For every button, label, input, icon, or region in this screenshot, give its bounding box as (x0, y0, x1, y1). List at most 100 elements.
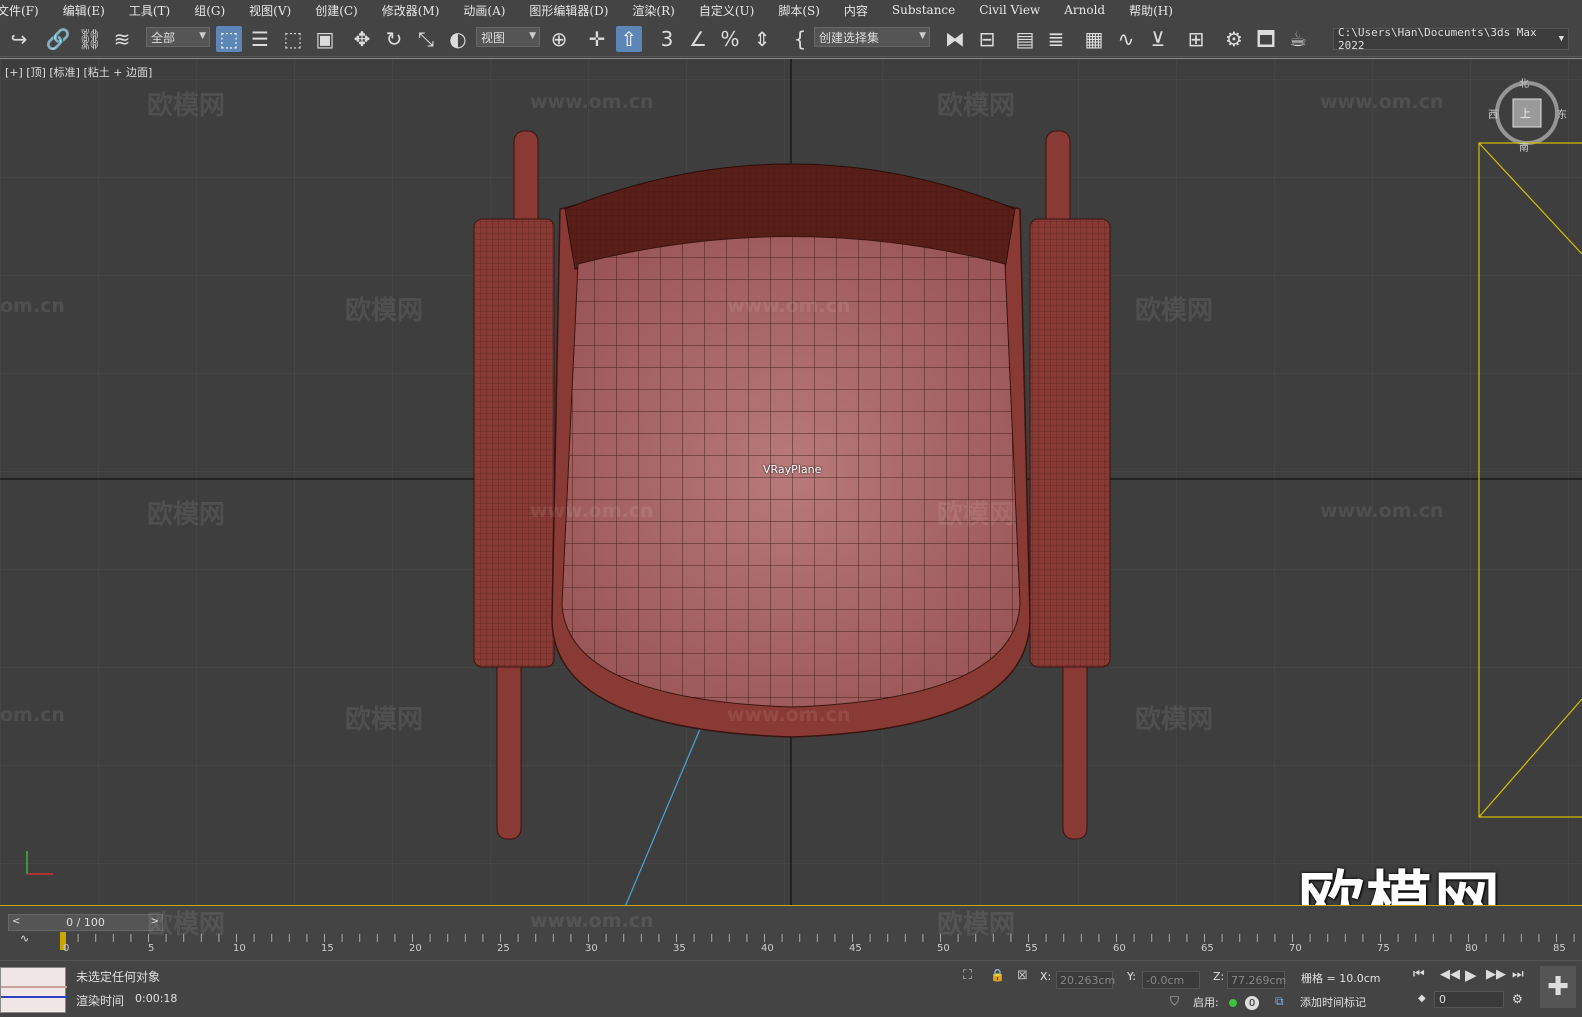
edit-named-selection-icon[interactable]: { (787, 26, 813, 52)
menu-civil-view[interactable]: Civil View (979, 3, 1040, 17)
menu-animation[interactable]: 动画(A) (463, 2, 505, 19)
time-tag-icon[interactable]: ⧉ (1275, 994, 1284, 1009)
grid-size-label: 栅格 = 10.0cm (1301, 972, 1381, 985)
ruler-labels: 0 5 10 15 20 25 30 35 40 45 50 55 60 65 … (60, 943, 1582, 955)
menu-modifiers[interactable]: 修改器(M) (382, 2, 440, 19)
menu-file[interactable]: 文件(F) (0, 2, 39, 19)
tick-label: 5 (148, 943, 155, 954)
menu-create[interactable]: 创建(C) (315, 2, 358, 19)
maxscript-listener-mini[interactable] (0, 967, 67, 1013)
curve-editor-icon[interactable]: ∿ (1113, 26, 1139, 52)
go-to-start-icon[interactable]: ⏮ (1413, 967, 1425, 982)
render-production-icon[interactable]: ☕ (1285, 26, 1311, 52)
window-crossing-icon[interactable]: ▣ (312, 26, 338, 52)
absolute-mode-icon[interactable]: ⊠ (1017, 968, 1028, 983)
menu-content[interactable]: 内容 (844, 2, 868, 19)
scene-explorer-icon[interactable]: ▤ (1012, 26, 1038, 52)
current-frame-field[interactable]: 0 (1434, 991, 1504, 1008)
align-icon[interactable]: ⊟ (974, 26, 1000, 52)
reference-coord-dropdown[interactable]: 视图 ▼ (476, 27, 540, 47)
schematic-view-icon[interactable]: ⊻ (1145, 26, 1171, 52)
y-value: -0.0cm (1146, 973, 1185, 987)
scale-icon[interactable]: ⤡ (413, 26, 439, 52)
enable-label: 启用: (1193, 996, 1219, 1009)
adaptive-degradation-icon[interactable]: ⛉ (1170, 994, 1179, 1009)
selection-filter-value: 全部 (151, 30, 176, 45)
tick-label: 70 (1289, 943, 1302, 954)
angle-snap-icon[interactable]: ∠ (685, 26, 711, 52)
viewport-scene (0, 59, 1582, 905)
tick-label: 0 (63, 943, 70, 954)
time-ruler[interactable]: 0 5 10 15 20 25 30 35 40 45 50 55 60 65 … (60, 930, 1582, 956)
mini-curve-editor-icon[interactable]: ∿ (20, 932, 29, 945)
zoom-extents-all-icon[interactable]: ✚ (1540, 966, 1576, 1008)
tick-label: 45 (849, 943, 862, 954)
select-manipulate-icon[interactable]: ✛ (584, 26, 610, 52)
ruler-ticks (60, 930, 1582, 942)
menu-scripting[interactable]: 脚本(S) (778, 2, 820, 19)
bind-space-warp-icon[interactable]: ≋ (109, 26, 135, 52)
rectangular-selection-icon[interactable]: ⬚ (280, 26, 306, 52)
tick-label: 65 (1201, 943, 1214, 954)
menu-group[interactable]: 组(G) (194, 2, 225, 19)
viewcube-face-label[interactable]: 上 (1520, 105, 1531, 121)
go-to-end-icon[interactable]: ⏭ (1512, 967, 1524, 982)
select-object-icon[interactable]: ⬚ (216, 26, 242, 52)
menu-edit[interactable]: 编辑(E) (63, 2, 105, 19)
select-by-name-icon[interactable]: ☰ (247, 26, 273, 52)
x-coordinate-field[interactable]: 20.263cm (1056, 971, 1115, 989)
isolate-selection-icon[interactable]: ⛶ (963, 968, 972, 983)
spinner-snap-icon[interactable]: ⇕ (749, 26, 775, 52)
project-path-text: C:\Users\Han\Documents\3ds Max 2022 (1338, 26, 1537, 52)
menu-view[interactable]: 视图(V) (249, 2, 291, 19)
menu-help[interactable]: 帮助(H) (1129, 2, 1173, 19)
z-coordinate-field[interactable]: 77.269cm (1227, 971, 1286, 989)
named-selection-value: 创建选择集 (819, 30, 880, 45)
next-frame-icon[interactable]: ▶▶ (1486, 967, 1506, 982)
snaps-toggle-icon[interactable]: 3 (654, 26, 680, 52)
redo-icon[interactable]: ↪ (6, 26, 32, 52)
chevron-left-icon[interactable]: < (12, 916, 20, 927)
enable-count-badge[interactable]: 0 (1245, 996, 1259, 1010)
project-path-field[interactable]: C:\Users\Han\Documents\3ds Max 2022 ▼ (1333, 26, 1569, 52)
material-editor-icon[interactable]: ⊞ (1183, 26, 1209, 52)
selection-filter-dropdown[interactable]: 全部 ▼ (146, 27, 210, 47)
menu-rendering[interactable]: 渲染(R) (632, 2, 674, 19)
toggle-ribbon-icon[interactable]: ▦ (1081, 26, 1107, 52)
rotate-icon[interactable]: ↻ (381, 26, 407, 52)
add-time-tag[interactable]: 添加时间标记 (1300, 994, 1366, 1010)
menu-graph-editors[interactable]: 图形编辑器(D) (529, 2, 608, 19)
top-viewport[interactable]: [+] [顶] [标准] [粘土 + 边面] VRayPlane 北 南 西 东… (0, 58, 1582, 906)
tick-label: 80 (1465, 943, 1478, 954)
play-icon[interactable]: ▶ (1465, 966, 1477, 984)
time-config-icon[interactable]: ⚙ (1512, 992, 1523, 1006)
tick-label: 35 (673, 943, 686, 954)
viewcube-south-label: 南 (1519, 143, 1529, 154)
move-icon[interactable]: ✥ (349, 26, 375, 52)
x-label: X: (1040, 970, 1052, 983)
listener-line (1, 996, 67, 998)
menu-substance[interactable]: Substance (892, 3, 955, 17)
previous-frame-icon[interactable]: ◀◀ (1440, 967, 1460, 982)
render-time-value: 0:00:18 (135, 992, 178, 1005)
menu-tools[interactable]: 工具(T) (129, 2, 170, 19)
lock-icon[interactable]: 🔒 (990, 968, 1005, 982)
chevron-right-icon[interactable]: > (151, 916, 159, 927)
placement-icon[interactable]: ◐ (445, 26, 471, 52)
pivot-center-icon[interactable]: ⊕ (546, 26, 572, 52)
link-icon[interactable]: 🔗 (45, 26, 71, 52)
viewport-label[interactable]: [+] [顶] [标准] [粘土 + 边面] (5, 64, 152, 80)
y-coordinate-field[interactable]: -0.0cm (1142, 971, 1200, 989)
rendered-frame-window-icon[interactable]: 🗖 (1253, 26, 1279, 52)
unlink-icon[interactable]: ⛓ (77, 26, 103, 52)
layer-explorer-icon[interactable]: ≣ (1043, 26, 1069, 52)
percent-snap-icon[interactable]: % (717, 26, 743, 52)
keyboard-shortcut-override-icon[interactable]: ⇧ (616, 26, 642, 52)
menu-bar: 文件(F) 编辑(E) 工具(T) 组(G) 视图(V) 创建(C) 修改器(M… (0, 0, 1582, 20)
menu-arnold[interactable]: Arnold (1064, 3, 1105, 17)
menu-customize[interactable]: 自定义(U) (699, 2, 754, 19)
time-slider[interactable]: < 0 / 100 > (8, 914, 163, 931)
render-setup-icon[interactable]: ⚙ (1221, 26, 1247, 52)
mirror-icon[interactable]: ⧓ (942, 26, 968, 52)
named-selection-dropdown[interactable]: 创建选择集 ▼ (814, 27, 930, 47)
